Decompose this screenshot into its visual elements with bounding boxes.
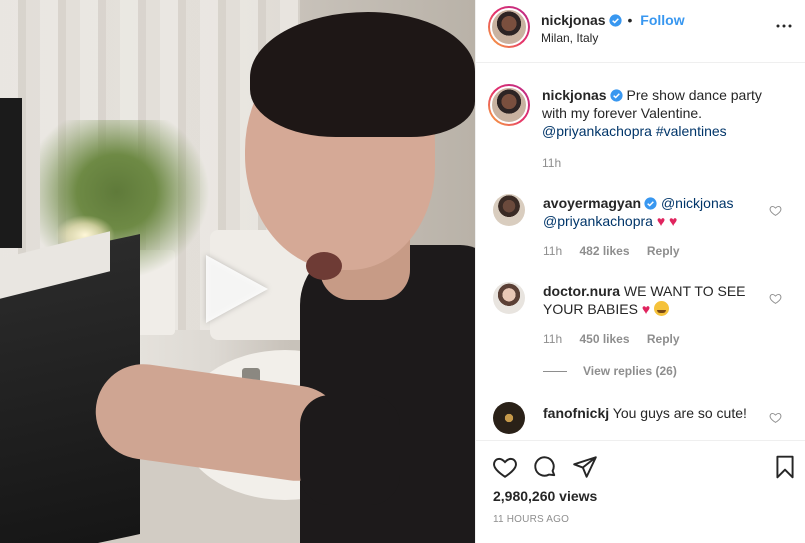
commenter-username[interactable]: fanofnickj	[543, 405, 609, 421]
person-hair	[250, 12, 475, 137]
person-sleeve	[300, 395, 400, 505]
verified-icon	[609, 14, 622, 27]
post-timestamp[interactable]: 11 HOURS AGO	[493, 514, 569, 525]
follow-button[interactable]: Follow	[640, 12, 684, 28]
comment-time[interactable]: 11h	[543, 244, 562, 258]
share-direct-icon[interactable]	[572, 454, 598, 480]
location-link[interactable]: Milan, Italy	[541, 31, 598, 45]
post-panel: nickjonas • Follow Milan, Italy nickjona…	[475, 0, 805, 543]
more-options-icon[interactable]	[776, 18, 792, 34]
post-header: nickjonas • Follow Milan, Italy	[476, 0, 805, 63]
reply-button[interactable]: Reply	[647, 244, 680, 258]
background-tv	[0, 98, 22, 248]
caption-mention[interactable]: @priyankachopra	[542, 123, 652, 139]
view-replies-button[interactable]: View replies (26)	[543, 364, 677, 378]
caption-avatar[interactable]	[488, 84, 530, 126]
comment-likes[interactable]: 482 likes	[579, 244, 629, 258]
comment-mention[interactable]: @priyankachopra	[543, 213, 653, 229]
caption-time[interactable]: 11h	[542, 156, 561, 170]
commenter-avatar[interactable]	[493, 402, 525, 434]
comment-meta: 11h 482 likes Reply	[543, 244, 694, 258]
commenter-username[interactable]: doctor.nura	[543, 283, 620, 299]
comment-mention[interactable]: @nickjonas	[661, 195, 734, 211]
comment-meta: 11h 450 likes Reply	[543, 332, 694, 346]
person-mouth	[306, 252, 342, 280]
header-user-line: nickjonas • Follow	[541, 12, 685, 28]
separator-dot: •	[627, 12, 633, 28]
caption-hashtag[interactable]: #valentines	[656, 123, 727, 139]
heart-emoji-icon: ♥	[641, 301, 651, 317]
commenter-username[interactable]: avoyermagyan	[543, 195, 641, 211]
caption-text: nickjonas Pre show dance party with my f…	[542, 86, 774, 140]
comments-list[interactable]: nickjonas Pre show dance party with my f…	[476, 64, 805, 440]
comment-text: avoyermagyan @nickjonas @priyankachopra …	[543, 194, 768, 230]
comment-likes[interactable]: 450 likes	[579, 332, 629, 346]
verified-icon	[610, 89, 623, 102]
comment-text: fanofnickj You guys are so cute!	[543, 404, 768, 422]
reply-button[interactable]: Reply	[647, 332, 680, 346]
video-player[interactable]	[0, 0, 475, 543]
laughing-emoji-icon	[654, 301, 670, 316]
comment-bubble-icon[interactable]	[532, 454, 558, 480]
play-icon[interactable]	[206, 255, 268, 323]
like-comment-icon[interactable]	[769, 292, 782, 305]
commenter-avatar[interactable]	[493, 194, 525, 226]
like-comment-icon[interactable]	[769, 204, 782, 217]
view-count[interactable]: 2,980,260 views	[493, 488, 597, 504]
post-actions: 2,980,260 views 11 HOURS AGO	[476, 440, 805, 543]
comment-time[interactable]: 11h	[543, 332, 562, 346]
commenter-avatar[interactable]	[493, 282, 525, 314]
verified-icon	[644, 197, 657, 210]
comment-text: doctor.nura WE WANT TO SEE YOUR BABIES ♥	[543, 282, 768, 318]
save-bookmark-icon[interactable]	[772, 454, 798, 480]
replies-divider	[543, 371, 567, 373]
username-link[interactable]: nickjonas	[541, 12, 606, 28]
avatar[interactable]	[488, 6, 530, 48]
like-heart-icon[interactable]	[492, 454, 518, 480]
comment-body: You guys are so cute!	[612, 405, 747, 421]
heart-emoji-icon: ♥ ♥	[656, 213, 678, 229]
view-replies-label: View replies (26)	[583, 364, 677, 378]
like-comment-icon[interactable]	[769, 411, 782, 424]
caption-username[interactable]: nickjonas	[542, 87, 607, 103]
